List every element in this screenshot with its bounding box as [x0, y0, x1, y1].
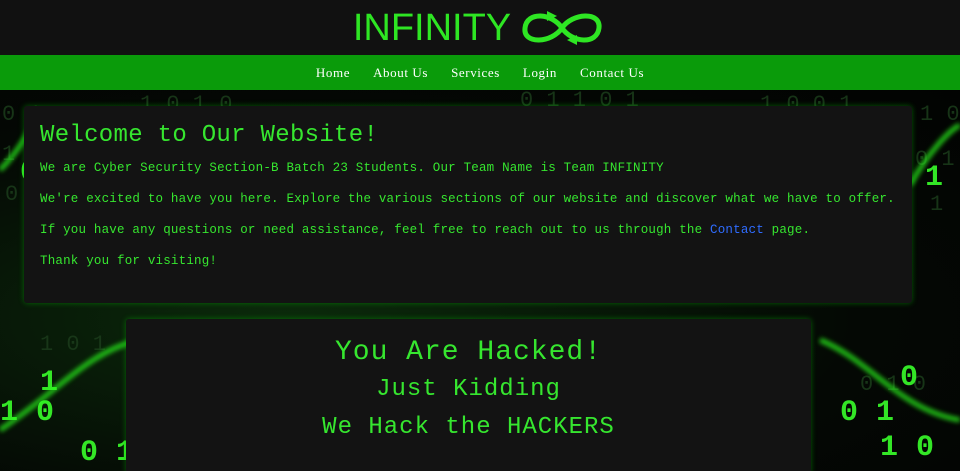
nav-contact-link[interactable]: Contact Us: [568, 65, 655, 81]
nav-login-link[interactable]: Login: [511, 65, 568, 81]
nav-services-link[interactable]: Services: [440, 65, 512, 81]
infinity-arrows-icon: [522, 10, 602, 45]
hack-the-hackers-text: We Hack the HACKERS: [322, 414, 615, 441]
welcome-contact-text: If you have any questions or need assist…: [40, 223, 896, 237]
svg-text:1 0: 1 0: [880, 431, 934, 465]
welcome-intro-text: We are Cyber Security Section-B Batch 23…: [40, 161, 664, 175]
nav-about-link[interactable]: About Us: [362, 65, 440, 81]
svg-text:0 1: 0 1: [840, 396, 894, 430]
svg-text:1 0: 1 0: [920, 102, 960, 127]
svg-text:1 0 1: 1 0 1: [40, 332, 106, 357]
logo-text: INFINITY: [352, 6, 512, 49]
nav-home-link[interactable]: Home: [304, 65, 361, 81]
svg-text:0: 0: [900, 361, 918, 395]
contact-text-after: page.: [763, 223, 811, 237]
hacked-headline: You Are Hacked!: [334, 337, 603, 368]
contact-link[interactable]: Contact: [710, 223, 764, 237]
welcome-panel: Welcome to Our Website! We are Cyber Sec…: [24, 106, 912, 303]
logo[interactable]: INFINITY: [353, 7, 607, 49]
just-kidding-text: Just Kidding: [376, 376, 561, 403]
hacked-panel: You Are Hacked! Just Kidding We Hack the…: [126, 319, 811, 471]
svg-text:1: 1: [925, 161, 943, 195]
main-nav: Home About Us Services Login Contact Us: [0, 55, 960, 90]
svg-text:0: 0: [5, 182, 18, 207]
contact-text-before: If you have any questions or need assist…: [40, 223, 711, 237]
welcome-title: Welcome to Our Website!: [40, 122, 379, 149]
welcome-thanks-text: Thank you for visiting!: [40, 254, 218, 268]
site-header: INFINITY: [0, 0, 960, 55]
svg-text:1: 1: [930, 192, 943, 217]
welcome-excited-text: We're excited to have you here. Explore …: [40, 192, 895, 206]
